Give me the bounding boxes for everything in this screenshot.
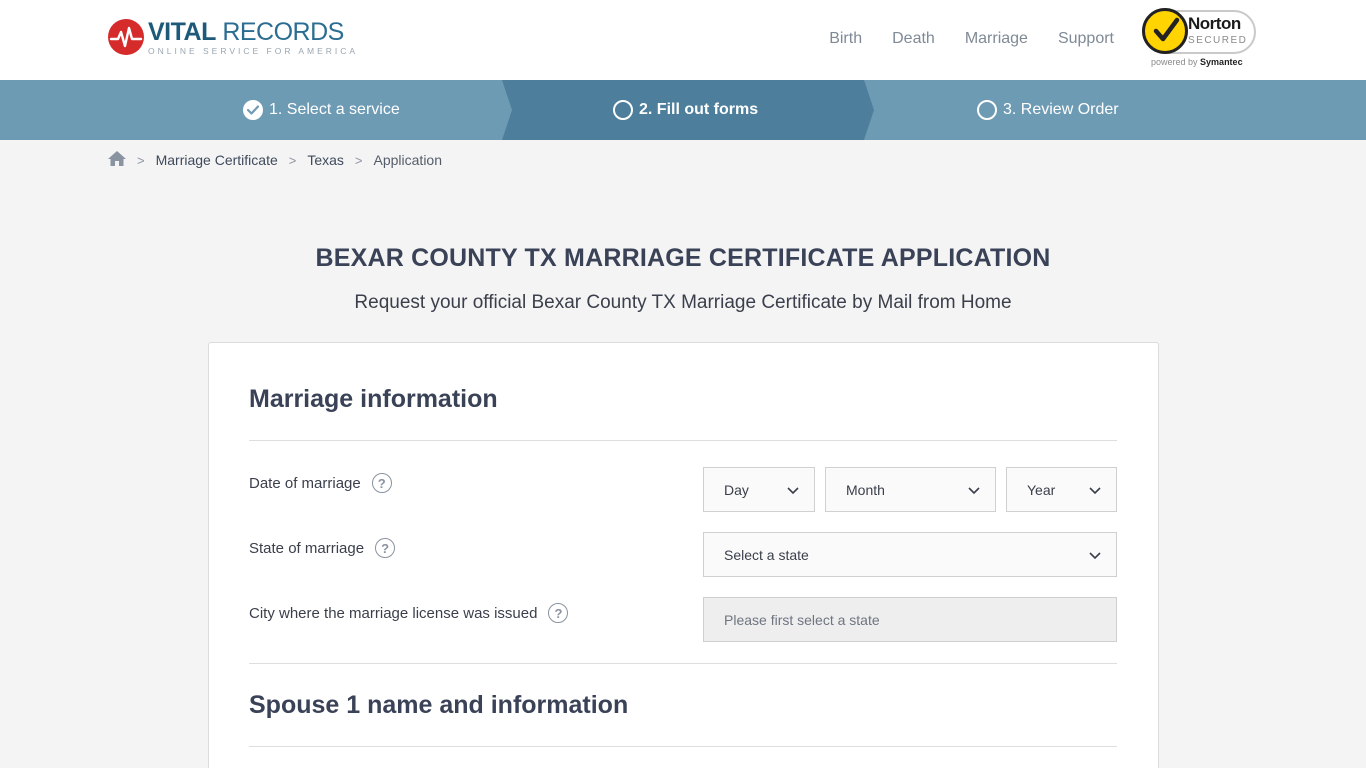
- home-icon[interactable]: [108, 151, 126, 169]
- step-label: 3. Review Order: [1003, 101, 1119, 118]
- breadcrumb-texas[interactable]: Texas: [307, 152, 344, 168]
- chevron-down-icon: [787, 487, 799, 495]
- norton-secured-text: SECURED: [1188, 35, 1248, 46]
- heartbeat-icon: [108, 19, 144, 55]
- step-select-service[interactable]: 1. Select a service: [243, 80, 400, 140]
- state-select[interactable]: Select a state: [703, 532, 1117, 577]
- step-label: 2. Fill out forms: [639, 101, 759, 118]
- check-circle-icon: [243, 100, 263, 120]
- month-select[interactable]: Month: [825, 467, 996, 512]
- progress-steps: 1. Select a service 2. Fill out forms 3.…: [0, 80, 1366, 140]
- section-title-spouse-1: Spouse 1 name and information: [249, 691, 629, 719]
- nav-support[interactable]: Support: [1058, 29, 1114, 49]
- norton-secured-badge[interactable]: Norton SECURED powered by Symantec: [1142, 8, 1258, 70]
- chevron-right-icon: >: [354, 152, 363, 168]
- nav-death[interactable]: Death: [892, 29, 935, 49]
- step-fill-forms: 2. Fill out forms: [613, 80, 758, 140]
- logo-text: VITAL RECORDS ONLINE SERVICE FOR AMERICA: [148, 19, 358, 56]
- nav-marriage[interactable]: Marriage: [965, 29, 1028, 49]
- chevron-right-icon: >: [137, 152, 145, 168]
- city-input[interactable]: [703, 597, 1117, 642]
- logo-title: VITAL RECORDS: [148, 17, 344, 46]
- norton-check-icon: [1142, 8, 1188, 54]
- date-of-marriage-label: Date of marriage ?: [249, 473, 392, 493]
- norton-powered-by: powered by Symantec: [1151, 57, 1243, 67]
- help-icon[interactable]: ?: [548, 603, 569, 623]
- norton-name: Norton: [1188, 14, 1241, 33]
- circle-icon: [977, 100, 997, 120]
- page-title: BEXAR COUNTY TX MARRIAGE CERTIFICATE APP…: [315, 244, 1051, 272]
- breadcrumb-current: Application: [373, 152, 443, 168]
- state-of-marriage-label: State of marriage ?: [249, 538, 396, 558]
- help-icon[interactable]: ?: [375, 538, 396, 558]
- site-header: VITAL RECORDS ONLINE SERVICE FOR AMERICA…: [0, 0, 1366, 80]
- chevron-right-icon: >: [288, 152, 297, 168]
- chevron-down-icon: [1089, 552, 1101, 560]
- help-icon[interactable]: ?: [371, 473, 392, 493]
- section-divider: [249, 746, 1117, 747]
- nav-birth[interactable]: Birth: [829, 29, 862, 49]
- section-divider: [249, 440, 1117, 441]
- logo-subtitle: ONLINE SERVICE FOR AMERICA: [148, 45, 359, 56]
- year-select[interactable]: Year: [1006, 467, 1117, 512]
- circle-icon: [613, 100, 633, 120]
- breadcrumb-marriage-certificate[interactable]: Marriage Certificate: [156, 152, 278, 168]
- chevron-down-icon: [1089, 487, 1101, 495]
- breadcrumb: > Marriage Certificate > Texas > Applica…: [108, 150, 442, 170]
- page-subtitle: Request your official Bexar County TX Ma…: [354, 292, 1012, 313]
- main-nav: Birth Death Marriage Support: [829, 29, 1114, 49]
- section-divider: [249, 663, 1117, 664]
- chevron-down-icon: [968, 487, 980, 495]
- day-select[interactable]: Day: [703, 467, 815, 512]
- step-label: 1. Select a service: [269, 101, 400, 118]
- section-title-marriage: Marriage information: [249, 385, 498, 413]
- city-license-label: City where the marriage license was issu…: [249, 603, 569, 623]
- step-review-order: 3. Review Order: [977, 80, 1119, 140]
- application-form-card: Marriage information Date of marriage ? …: [208, 342, 1159, 768]
- vital-records-logo[interactable]: VITAL RECORDS ONLINE SERVICE FOR AMERICA: [108, 17, 358, 57]
